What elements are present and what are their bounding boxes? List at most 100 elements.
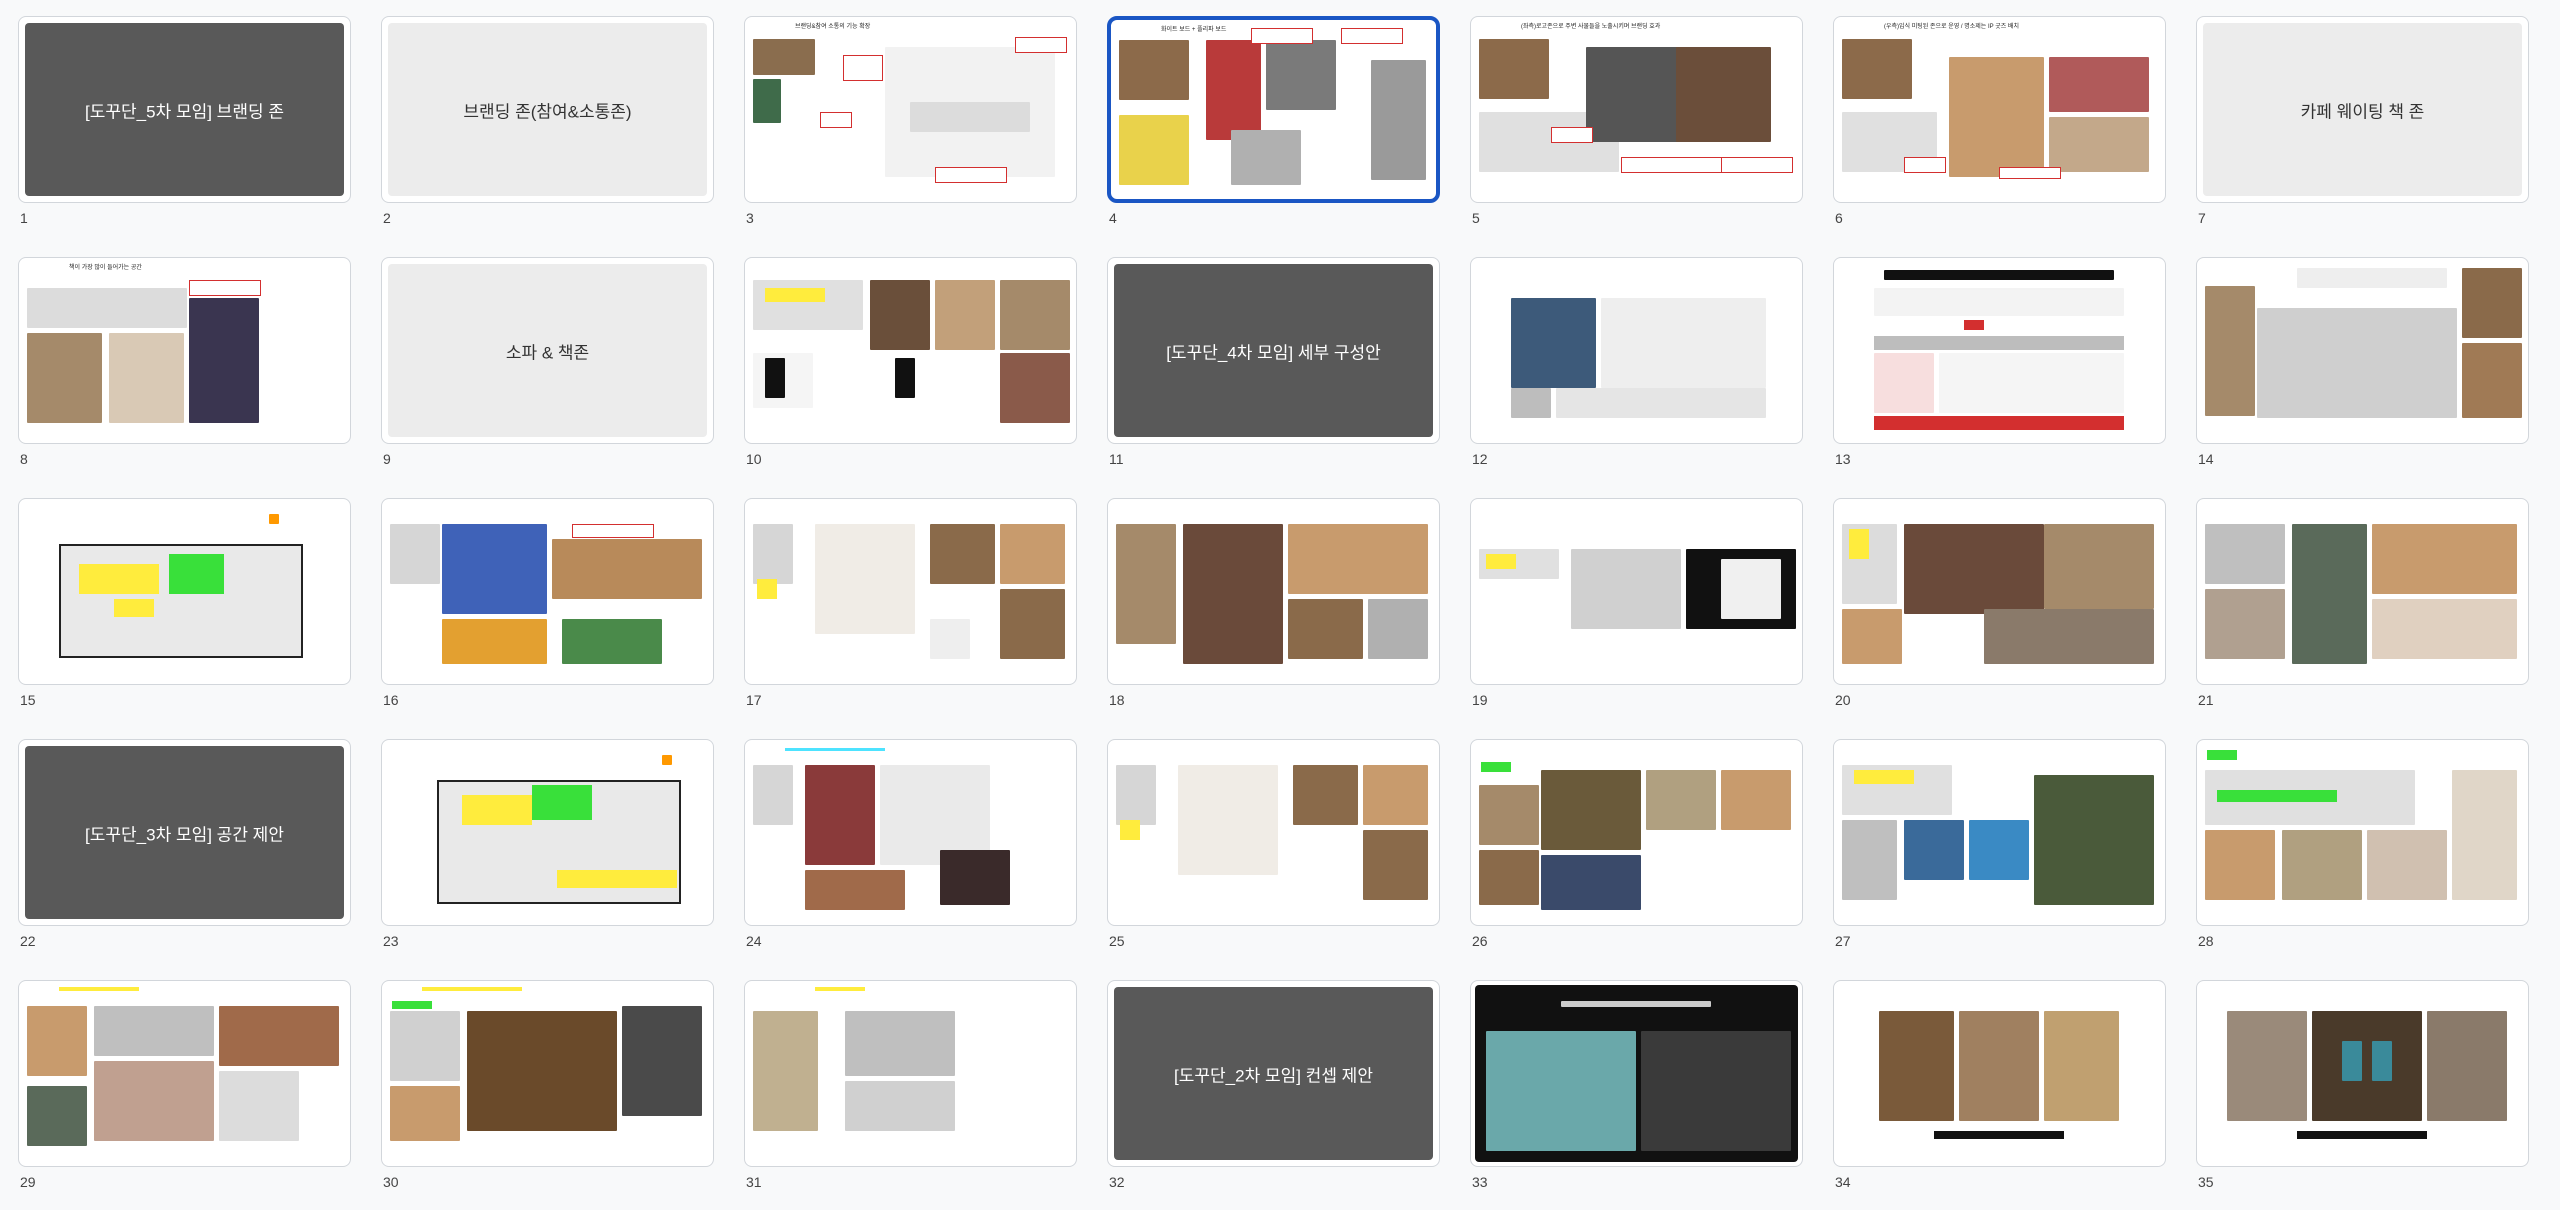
slide-thumbnail-16[interactable]: 16 bbox=[381, 498, 716, 728]
slide-thumbnail-27[interactable]: 27 bbox=[1833, 739, 2168, 969]
slide-heading: (우측)입식 미팅된 존으로 운영 / 명소제는 IP 굿즈 배치 bbox=[1884, 24, 2019, 30]
slide-preview[interactable] bbox=[1107, 498, 1440, 685]
slide-graphic bbox=[2312, 1011, 2422, 1121]
slide-thumbnail-17[interactable]: 17 bbox=[744, 498, 1079, 728]
slide-graphic bbox=[805, 765, 875, 865]
slide-title: 소파 & 책존 bbox=[505, 343, 590, 362]
slide-preview[interactable] bbox=[1833, 257, 2166, 444]
slide-preview[interactable]: (좌측)로고존으로 주변 사물들을 노출시키며 브랜딩 효과 bbox=[1470, 16, 1803, 203]
slide-graphic bbox=[622, 1006, 702, 1116]
slide-thumbnail-9[interactable]: 소파 & 책존 9 bbox=[381, 257, 716, 487]
slide-number: 3 bbox=[746, 210, 754, 226]
slide-thumbnail-15[interactable]: 15 bbox=[18, 498, 353, 728]
slide-thumbnail-4[interactable]: 화이트 보드 + 플리파 보드 4 bbox=[1107, 16, 1442, 246]
slide-preview[interactable]: [도꾸단_4차 모임] 세부 구성안 bbox=[1107, 257, 1440, 444]
slide-preview[interactable] bbox=[381, 498, 714, 685]
slide-graphic bbox=[1949, 57, 2044, 177]
slide-number: 21 bbox=[2198, 692, 2214, 708]
slide-preview[interactable] bbox=[744, 980, 1077, 1167]
slide-preview[interactable] bbox=[1833, 498, 2166, 685]
slide-thumbnail-28[interactable]: 28 bbox=[2196, 739, 2531, 969]
slide-thumbnail-19[interactable]: 19 bbox=[1470, 498, 1805, 728]
slide-thumbnail-5[interactable]: (좌측)로고존으로 주변 사물들을 노출시키며 브랜딩 효과 5 bbox=[1470, 16, 1805, 246]
slide-graphic bbox=[2292, 524, 2367, 664]
slide-preview[interactable] bbox=[1833, 980, 2166, 1167]
slide-graphic bbox=[390, 1011, 460, 1081]
slide-graphic bbox=[2257, 308, 2457, 418]
slide-preview[interactable] bbox=[2196, 498, 2529, 685]
slide-thumbnail-12[interactable]: 12 bbox=[1470, 257, 1805, 487]
slide-preview[interactable]: 책이 가장 많이 들어가는 공간 bbox=[18, 257, 351, 444]
slide-graphic bbox=[662, 755, 672, 765]
slide-thumbnail-25[interactable]: 25 bbox=[1107, 739, 1442, 969]
slide-preview[interactable] bbox=[18, 980, 351, 1167]
slide-preview[interactable] bbox=[381, 739, 714, 926]
slide-preview[interactable] bbox=[1470, 257, 1803, 444]
slide-graphic bbox=[1874, 416, 2124, 430]
slide-preview[interactable] bbox=[2196, 980, 2529, 1167]
slide-graphic bbox=[1486, 1031, 1636, 1151]
slide-graphic bbox=[1984, 609, 2154, 664]
slide-thumbnail-10[interactable]: 10 bbox=[744, 257, 1079, 487]
slide-preview[interactable]: 화이트 보드 + 플리파 보드 bbox=[1107, 16, 1440, 203]
slide-thumbnail-26[interactable]: 26 bbox=[1470, 739, 1805, 969]
slide-preview[interactable] bbox=[1470, 498, 1803, 685]
slide-thumbnail-23[interactable]: 23 bbox=[381, 739, 716, 969]
slide-thumbnail-32[interactable]: [도꾸단_2차 모임] 컨셉 제안 32 bbox=[1107, 980, 1442, 1210]
slide-preview[interactable] bbox=[1833, 739, 2166, 926]
slide-thumbnail-24[interactable]: 24 bbox=[744, 739, 1079, 969]
slide-number: 30 bbox=[383, 1174, 399, 1190]
slide-thumbnail-21[interactable]: 21 bbox=[2196, 498, 2531, 728]
slide-thumbnail-1[interactable]: [도꾸단_5차 모임] 브랜딩 존 1 bbox=[18, 16, 353, 246]
slide-thumbnail-34[interactable]: 34 bbox=[1833, 980, 2168, 1210]
slide-thumbnail-3[interactable]: 브랜딩&참여 소통의 기능 확장 3 bbox=[744, 16, 1079, 246]
slide-thumbnail-30[interactable]: 30 bbox=[381, 980, 716, 1210]
slide-thumbnail-20[interactable]: 20 bbox=[1833, 498, 2168, 728]
slide-thumbnail-6[interactable]: (우측)입식 미팅된 존으로 운영 / 명소제는 IP 굿즈 배치 6 bbox=[1833, 16, 2168, 246]
slide-thumbnail-7[interactable]: 카페 웨이팅 책 존 7 bbox=[2196, 16, 2531, 246]
slide-preview[interactable]: 브랜딩&참여 소통의 기능 확장 bbox=[744, 16, 1077, 203]
slide-preview[interactable] bbox=[1470, 980, 1803, 1167]
slide-preview[interactable] bbox=[2196, 257, 2529, 444]
slide-number: 23 bbox=[383, 933, 399, 949]
slide-preview[interactable]: [도꾸단_2차 모임] 컨셉 제안 bbox=[1107, 980, 1440, 1167]
slide-graphic bbox=[753, 79, 781, 123]
slide-graphic bbox=[1266, 40, 1336, 110]
slide-thumbnail-31[interactable]: 31 bbox=[744, 980, 1079, 1210]
slide-preview[interactable]: (우측)입식 미팅된 존으로 운영 / 명소제는 IP 굿즈 배치 bbox=[1833, 16, 2166, 203]
slide-thumbnail-13[interactable]: 13 bbox=[1833, 257, 2168, 487]
slide-preview[interactable] bbox=[744, 257, 1077, 444]
slide-graphic bbox=[1251, 28, 1313, 44]
slide-graphic bbox=[1934, 1131, 2064, 1139]
slide-preview[interactable] bbox=[381, 980, 714, 1167]
slide-thumbnail-35[interactable]: 35 bbox=[2196, 980, 2531, 1210]
slide-preview[interactable] bbox=[2196, 739, 2529, 926]
slide-thumbnail-2[interactable]: 브랜딩 존(참여&소통존) 2 bbox=[381, 16, 716, 246]
slide-preview[interactable] bbox=[1107, 739, 1440, 926]
slide-graphic bbox=[1842, 820, 1897, 900]
slide-thumbnail-33[interactable]: 33 bbox=[1470, 980, 1805, 1210]
slide-thumbnail-18[interactable]: 18 bbox=[1107, 498, 1442, 728]
slide-preview[interactable] bbox=[744, 498, 1077, 685]
slide-preview[interactable]: 브랜딩 존(참여&소통존) bbox=[381, 16, 714, 203]
slide-graphic bbox=[1571, 549, 1681, 629]
slide-preview[interactable] bbox=[18, 498, 351, 685]
slide-preview[interactable] bbox=[744, 739, 1077, 926]
slide-preview[interactable]: 소파 & 책존 bbox=[381, 257, 714, 444]
slide-heading: (좌측)로고존으로 주변 사물들을 노출시키며 브랜딩 효과 bbox=[1521, 24, 1661, 30]
slide-graphic bbox=[27, 1006, 87, 1076]
slide-preview[interactable]: 카페 웨이팅 책 존 bbox=[2196, 16, 2529, 203]
slide-graphic bbox=[1363, 765, 1428, 825]
slide-graphic bbox=[2049, 117, 2149, 172]
slide-thumbnail-14[interactable]: 14 bbox=[2196, 257, 2531, 487]
slide-preview[interactable] bbox=[1470, 739, 1803, 926]
slide-graphic bbox=[1646, 770, 1716, 830]
slide-thumbnail-22[interactable]: [도꾸단_3차 모임] 공간 제안 22 bbox=[18, 739, 353, 969]
slide-preview[interactable]: [도꾸단_3차 모임] 공간 제안 bbox=[18, 739, 351, 926]
slide-thumbnail-8[interactable]: 책이 가장 많이 들어가는 공간 8 bbox=[18, 257, 353, 487]
slide-thumbnail-29[interactable]: 29 bbox=[18, 980, 353, 1210]
slide-preview[interactable]: [도꾸단_5차 모임] 브랜딩 존 bbox=[18, 16, 351, 203]
slide-graphic bbox=[1231, 130, 1301, 185]
slide-graphic bbox=[1015, 37, 1067, 53]
slide-thumbnail-11[interactable]: [도꾸단_4차 모임] 세부 구성안 11 bbox=[1107, 257, 1442, 487]
